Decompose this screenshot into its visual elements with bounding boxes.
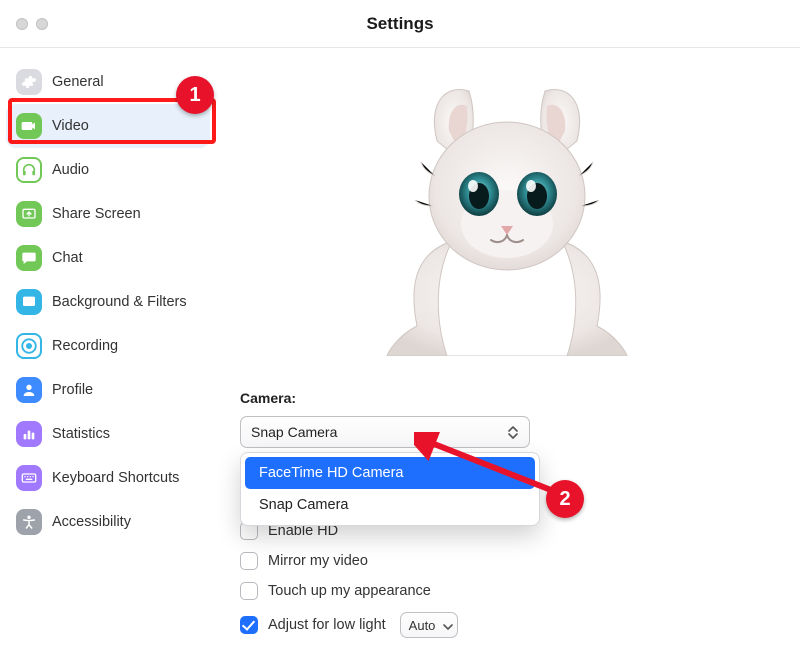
sidebar-item-share[interactable]: Share Screen [6, 192, 210, 236]
sidebar-item-label: Statistics [52, 426, 110, 442]
sidebar-item-label: Recording [52, 338, 118, 354]
checkbox-lowlight[interactable] [240, 616, 258, 634]
chat-icon [16, 245, 42, 271]
lowlight-mode-select[interactable]: Auto [400, 612, 459, 638]
camera-label: Camera: [240, 390, 776, 406]
lowlight-mode-value: Auto [409, 618, 436, 633]
sidebar-item-label: Chat [52, 250, 83, 266]
option-touchup[interactable]: Touch up my appearance [240, 582, 776, 600]
chevron-updown-icon [503, 421, 523, 443]
sidebar-item-audio[interactable]: Audio [6, 148, 210, 192]
sidebar: General Video Audio Share Screen Chat Backgro… [0, 48, 216, 662]
sidebar-item-label: Video [52, 118, 89, 134]
option-mirror[interactable]: Mirror my video [240, 552, 776, 570]
option-lowlight[interactable]: Adjust for low light Auto [240, 612, 776, 638]
sidebar-item-video[interactable]: Video [6, 104, 210, 148]
option-label: Adjust for low light [268, 617, 386, 633]
camera-option[interactable]: Snap Camera [245, 489, 535, 521]
sidebar-item-label: Share Screen [52, 206, 141, 222]
camera-option[interactable]: FaceTime HD Camera [245, 457, 535, 489]
camera-select-wrap: Snap Camera FaceTime HD CameraSnap Camer… [240, 416, 530, 448]
stats-icon [16, 421, 42, 447]
titlebar: Settings [0, 0, 800, 48]
sidebar-item-chat[interactable]: Chat [6, 236, 210, 280]
cat-filter-image [377, 76, 637, 356]
sidebar-item-kb[interactable]: Keyboard Shortcuts [6, 456, 210, 500]
annotation-marker-1: 1 [176, 76, 214, 114]
share-icon [16, 201, 42, 227]
sidebar-item-stats[interactable]: Statistics [6, 412, 210, 456]
camera-dropdown: FaceTime HD CameraSnap Camera [240, 452, 540, 526]
checkbox-mirror[interactable] [240, 552, 258, 570]
option-label: Mirror my video [268, 553, 368, 569]
annotation-marker-2: 2 [546, 480, 584, 518]
profile-icon [16, 377, 42, 403]
camera-select[interactable]: Snap Camera [240, 416, 530, 448]
gear-icon [16, 69, 42, 95]
sidebar-item-bg[interactable]: Background & Filters [6, 280, 210, 324]
sidebar-item-label: Keyboard Shortcuts [52, 470, 179, 486]
window-title: Settings [0, 14, 800, 34]
sidebar-item-label: Background & Filters [52, 294, 187, 310]
video-preview [240, 66, 774, 366]
main-panel: Camera: Snap Camera FaceTime HD CameraSn… [216, 48, 800, 662]
record-icon [16, 333, 42, 359]
headphones-icon [16, 157, 42, 183]
sidebar-item-label: Audio [52, 162, 89, 178]
checkbox-touchup[interactable] [240, 582, 258, 600]
chevron-down-icon [443, 618, 453, 633]
video-options: Enable HD Mirror my video Touch up my ap… [240, 522, 776, 662]
settings-window: Settings General Video Audio Share Screen Ch… [0, 0, 800, 662]
window-body: General Video Audio Share Screen Chat Backgro… [0, 48, 800, 662]
sidebar-item-label: Profile [52, 382, 93, 398]
keyboard-icon [16, 465, 42, 491]
sidebar-item-a11y[interactable]: Accessibility [6, 500, 210, 544]
bg-icon [16, 289, 42, 315]
a11y-icon [16, 509, 42, 535]
sidebar-item-label: Accessibility [52, 514, 131, 530]
video-icon [16, 113, 42, 139]
camera-select-value: Snap Camera [251, 424, 337, 440]
sidebar-item-recording[interactable]: Recording [6, 324, 210, 368]
option-label: Touch up my appearance [268, 583, 431, 599]
sidebar-item-label: General [52, 74, 104, 90]
sidebar-item-profile[interactable]: Profile [6, 368, 210, 412]
